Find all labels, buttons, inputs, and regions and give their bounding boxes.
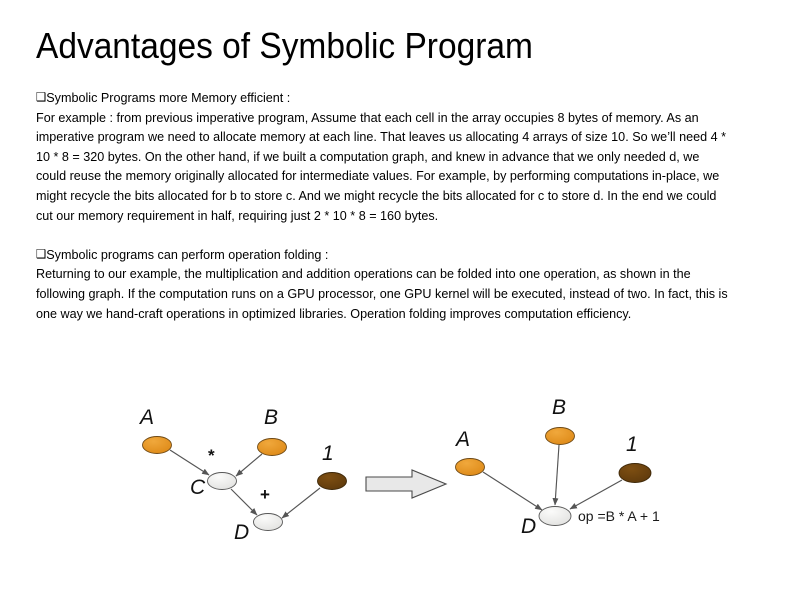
node-b-right[interactable] [545,427,575,445]
label-b-left: B [264,406,278,429]
paragraph-memory-efficiency: ❑Symbolic Programs more Memory efficient… [36,88,729,225]
bullet-heading-2-text: Symbolic programs can perform operation … [46,246,329,262]
folding-transform-arrow [365,469,448,499]
square-bullet-icon: ❑ [36,90,47,104]
operator-plus: + [260,485,270,504]
node-c-left[interactable] [207,472,237,490]
operator-multiply: * [208,446,215,465]
edge-one-to-d [281,487,321,519]
computation-graph-figure: A B C 1 D * + A B 1 D op =B * A + 1 [0,378,794,578]
paragraph-2-body: Returning to our example, the multiplica… [36,266,728,321]
left-graph: A B C 1 D * + [138,406,347,544]
square-bullet-icon: ❑ [36,246,47,261]
right-graph-edges [482,444,623,511]
edge-b-to-c [235,453,263,477]
slide-canvas: Advantages of Symbolic Program ❑Symbolic… [0,0,794,595]
node-d-right[interactable] [538,506,572,526]
label-a-right: A [454,428,470,451]
paragraph-operation-folding: ❑Symbolic programs can perform operation… [36,245,729,323]
bullet-heading-1: ❑Symbolic Programs more Memory efficient… [36,88,729,108]
label-one-right: 1 [626,433,638,456]
right-graph: A B 1 D op =B * A + 1 [454,396,660,538]
paragraph-1-body: For example : from previous imperative p… [36,109,727,223]
page-title: Advantages of Symbolic Program [36,25,533,66]
edge-one-to-d-right [569,479,623,510]
edge-c-to-d [230,488,258,516]
node-d-left[interactable] [253,513,283,531]
block-arrow-right-icon [365,469,448,499]
folded-expression-label: op =B * A + 1 [578,508,660,524]
label-c-left: C [190,476,206,499]
label-one-left: 1 [322,442,334,465]
label-d-left: D [234,521,249,544]
computation-graph-svg: A B C 1 D * + A B 1 D op =B * A + 1 [138,396,660,544]
bullet-heading-2: ❑Symbolic programs can perform operation… [36,245,729,265]
bullet-heading-1-text: Symbolic Programs more Memory efficient … [46,90,291,105]
edge-b-to-d-right [552,444,560,506]
label-d-right: D [521,515,536,538]
edge-a-to-d-right [482,471,543,511]
edge-a-to-c [169,449,210,476]
label-b-right: B [552,396,566,419]
label-a-left: A [138,406,154,429]
node-one-right[interactable] [618,463,652,483]
node-one-left[interactable] [317,472,347,490]
node-b-left[interactable] [257,438,287,456]
node-a-left[interactable] [142,436,172,454]
slide-body: ❑Symbolic Programs more Memory efficient… [36,88,762,323]
node-a-right[interactable] [455,458,485,476]
